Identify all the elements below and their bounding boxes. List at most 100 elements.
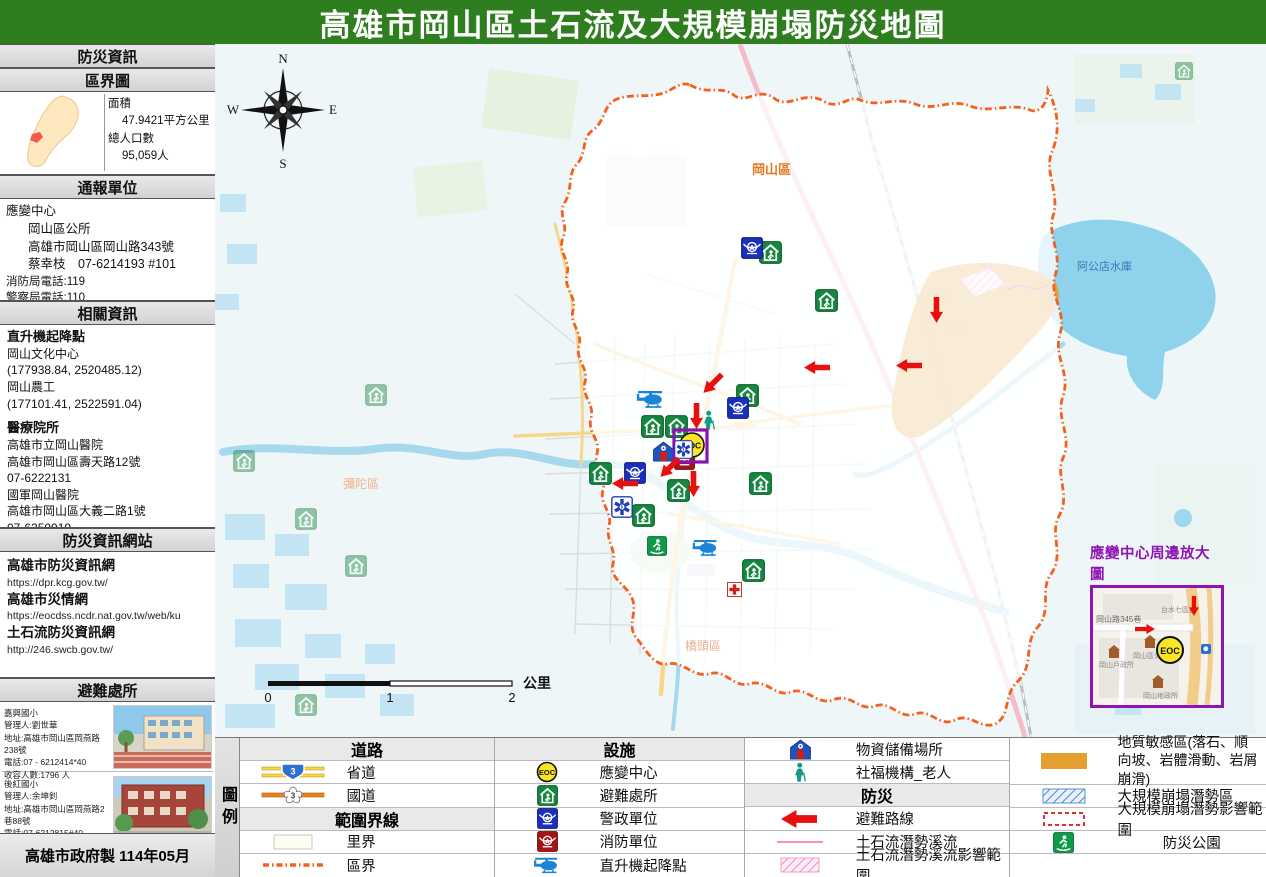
legend-header-roads: 道路 bbox=[240, 738, 494, 761]
helipad-icon bbox=[495, 856, 600, 875]
shelter-icon bbox=[495, 785, 600, 806]
inset-land-label: 岡山地政所 bbox=[1143, 691, 1178, 700]
inset-title: 應變中心周邊放大圖 bbox=[1090, 542, 1224, 584]
legend-tag: 圖例 bbox=[215, 738, 240, 877]
website-1-url: https://dpr.kcg.gov.tw/ bbox=[7, 576, 208, 590]
section-header-report-units: 通報單位 bbox=[0, 175, 215, 199]
svg-text:EOC: EOC bbox=[539, 768, 556, 777]
village-boundary-icon bbox=[240, 834, 347, 850]
scale-2: 2 bbox=[508, 690, 515, 705]
helipad-2: 岡山農工 bbox=[7, 379, 208, 396]
hospital-2-addr: 高雄市岡山區大義二路1號 bbox=[7, 503, 208, 520]
district-boundary-line bbox=[561, 84, 1066, 725]
disaster-map-poster: 高雄市岡山區土石流及大規模崩塌防災地圖 防災資訊 區界圖 面積 47.9421平… bbox=[0, 0, 1266, 877]
legend-col-prevention: 物資儲備場所 社福機構_老人 防災 避難路線 土石流潛勢溪流 bbox=[745, 738, 1010, 877]
shelter-1-address: 地址:高雄市岡山區岡燕路238號 bbox=[4, 732, 112, 757]
helipad-2-coord: (177101.41, 2522591.04) bbox=[7, 396, 208, 413]
legend-label-fire: 消防單位 bbox=[600, 831, 744, 852]
legend-label-provincial: 省道 bbox=[347, 762, 494, 783]
debris-stream-icon bbox=[745, 838, 856, 846]
section-header-boundary-map: 區界圖 bbox=[0, 68, 215, 92]
hospital-2: 國軍岡山醫院 bbox=[7, 487, 208, 504]
fire-phone-line: 消防局電話:119 bbox=[6, 274, 209, 290]
eoc-icon: EOC bbox=[495, 761, 600, 783]
ems-icon-2 bbox=[675, 441, 693, 459]
credit-footer: 高雄市政府製 114年05月 bbox=[0, 833, 215, 877]
shelter-1-tel: 電話:07 - 6212414*40 bbox=[4, 756, 112, 768]
legend-label-national: 國道 bbox=[347, 785, 494, 806]
police-icon bbox=[495, 808, 600, 829]
legend-label-village-boundary: 里界 bbox=[347, 831, 494, 852]
shelter-card-1: 嘉興國小 管理人:劉世華 地址:高雄市岡山區岡燕路238號 電話:07 - 62… bbox=[2, 703, 213, 772]
legend-row-eoc: EOC 應變中心 bbox=[495, 761, 744, 784]
office-address-line: 高雄市岡山區岡山路343號 bbox=[6, 239, 209, 257]
hospital-1-tel: 07-6222131 bbox=[7, 470, 208, 487]
legend-row-storage: 物資儲備場所 bbox=[745, 738, 1009, 761]
legend-row-shelter: 避難處所 bbox=[495, 784, 744, 807]
compass-w: W bbox=[227, 102, 240, 117]
legend-row-collapse-impact: 大規模崩塌潛勢影響範圍 bbox=[1010, 808, 1266, 831]
collapse-zone-icon bbox=[1010, 788, 1118, 804]
website-2-url: https://eocdss.ncdr.nat.gov.tw/web/ku bbox=[7, 609, 208, 623]
helipad-title: 直升機起降點 bbox=[7, 329, 85, 344]
legend-col-geology: 地質敏感區(落石、順向坡、岩體滑動、岩屑崩滑) 大規模崩塌潛勢區 大規模崩塌潛勢… bbox=[1010, 738, 1266, 877]
section-header-shelters: 避難處所 bbox=[0, 678, 215, 702]
shelter-1-manager: 管理人:劉世華 bbox=[4, 719, 112, 731]
compass-n: N bbox=[278, 51, 288, 66]
district-office-line: 岡山區公所 bbox=[6, 221, 209, 239]
legend-row-national: 3 國道 bbox=[240, 784, 494, 807]
national-road-icon: 3 bbox=[240, 786, 347, 804]
legend-col-roads: 道路 3 省道 bbox=[240, 738, 495, 877]
small-pond bbox=[1174, 509, 1192, 527]
report-units-box: 應變中心 岡山區公所 高雄市岡山區岡山路343號 蔡幸枝 07-6214193 … bbox=[0, 199, 215, 301]
scale-1: 1 bbox=[386, 690, 393, 705]
police-phone-line: 警察局電話:110 bbox=[6, 290, 209, 301]
medical-title: 醫療院所 bbox=[7, 420, 59, 435]
legend-label-evac-route: 避難路線 bbox=[856, 808, 1009, 829]
shelters-box: 嘉興國小 管理人:劉世華 地址:高雄市岡山區岡燕路238號 電話:07 - 62… bbox=[0, 702, 215, 845]
disaster-park-icon bbox=[648, 537, 667, 556]
legend-header-prevention: 防災 bbox=[745, 784, 1009, 807]
legend: 圖例 道路 3 省道 bbox=[215, 737, 1266, 877]
shelter-1-photo bbox=[113, 705, 212, 769]
website-3-url: http://246.swcb.gov.tw/ bbox=[7, 643, 208, 657]
boundary-map-box: 面積 47.9421平方公里 總人口數 95,059人 bbox=[0, 92, 215, 175]
legend-label-district-boundary: 區界 bbox=[347, 855, 494, 876]
inset-household-label: 岡山戶政所 bbox=[1099, 660, 1134, 669]
shelter-1-name: 嘉興國小 bbox=[4, 707, 112, 719]
website-3-name: 土石流防災資訊網 bbox=[7, 623, 208, 643]
websites-box: 高雄市防災資訊網 https://dpr.kcg.gov.tw/ 高雄市災情網 … bbox=[0, 552, 215, 678]
related-info-box: 直升機起降點 岡山文化中心 (177938.84, 2520485.12) 岡山… bbox=[0, 325, 215, 528]
legend-row-geology: 地質敏感區(落石、順向坡、岩體滑動、岩屑崩滑) bbox=[1010, 738, 1266, 785]
south-district-label: 橋頭區 bbox=[685, 639, 721, 653]
elderly-welfare-icon bbox=[745, 762, 856, 783]
population-label: 總人口數 bbox=[108, 131, 213, 148]
inset-map-box: 岡山路345巷 台水七區處 岡山區公所 岡山戶政所 岡山地政所 EOC bbox=[1090, 585, 1224, 708]
shelter-2-name: 後紅國小 bbox=[4, 778, 112, 790]
debris-impact-icon bbox=[745, 857, 856, 873]
header-bar: 高雄市岡山區土石流及大規模崩塌防災地圖 bbox=[0, 0, 1266, 44]
area-label: 面積 bbox=[108, 96, 213, 113]
legend-label-storage: 物資儲備場所 bbox=[856, 739, 1009, 760]
reservoir-label: 阿公店水庫 bbox=[1077, 259, 1132, 273]
legend-row-provincial: 3 省道 bbox=[240, 761, 494, 784]
evacuation-route-icon bbox=[745, 810, 856, 828]
legend-row-debris-impact: 土石流潛勢溪流影響範圍 bbox=[745, 854, 1009, 877]
district-label: 岡山區 bbox=[752, 162, 791, 177]
area-value: 47.9421平方公里 bbox=[108, 113, 213, 130]
west-district-label: 彌陀區 bbox=[343, 476, 379, 491]
collapse-impact-icon bbox=[1010, 811, 1118, 827]
legend-row-disaster-park: 防災公園 bbox=[1010, 831, 1266, 854]
legend-header-boundaries: 範圍界線 bbox=[240, 808, 494, 831]
legend-col-facilities: 設施 EOC 應變中心 避難處所 警政單位 消防單位 bbox=[495, 738, 745, 877]
hospital-1-addr: 高雄市岡山區壽天路12號 bbox=[7, 454, 208, 471]
shelter-2-manager: 管理人:余坤釗 bbox=[4, 790, 112, 802]
geology-zone-icon bbox=[1010, 752, 1118, 770]
fire-dept-icon bbox=[495, 831, 600, 852]
hospital-icon bbox=[727, 582, 741, 596]
svg-text:3: 3 bbox=[291, 767, 296, 777]
scale-unit: 公里 bbox=[523, 675, 551, 691]
ems-icon-1 bbox=[612, 497, 632, 517]
legend-label-geology: 地質敏感區(落石、順向坡、岩體滑動、岩屑崩滑) bbox=[1118, 733, 1266, 790]
legend-row-fire: 消防單位 bbox=[495, 831, 744, 854]
